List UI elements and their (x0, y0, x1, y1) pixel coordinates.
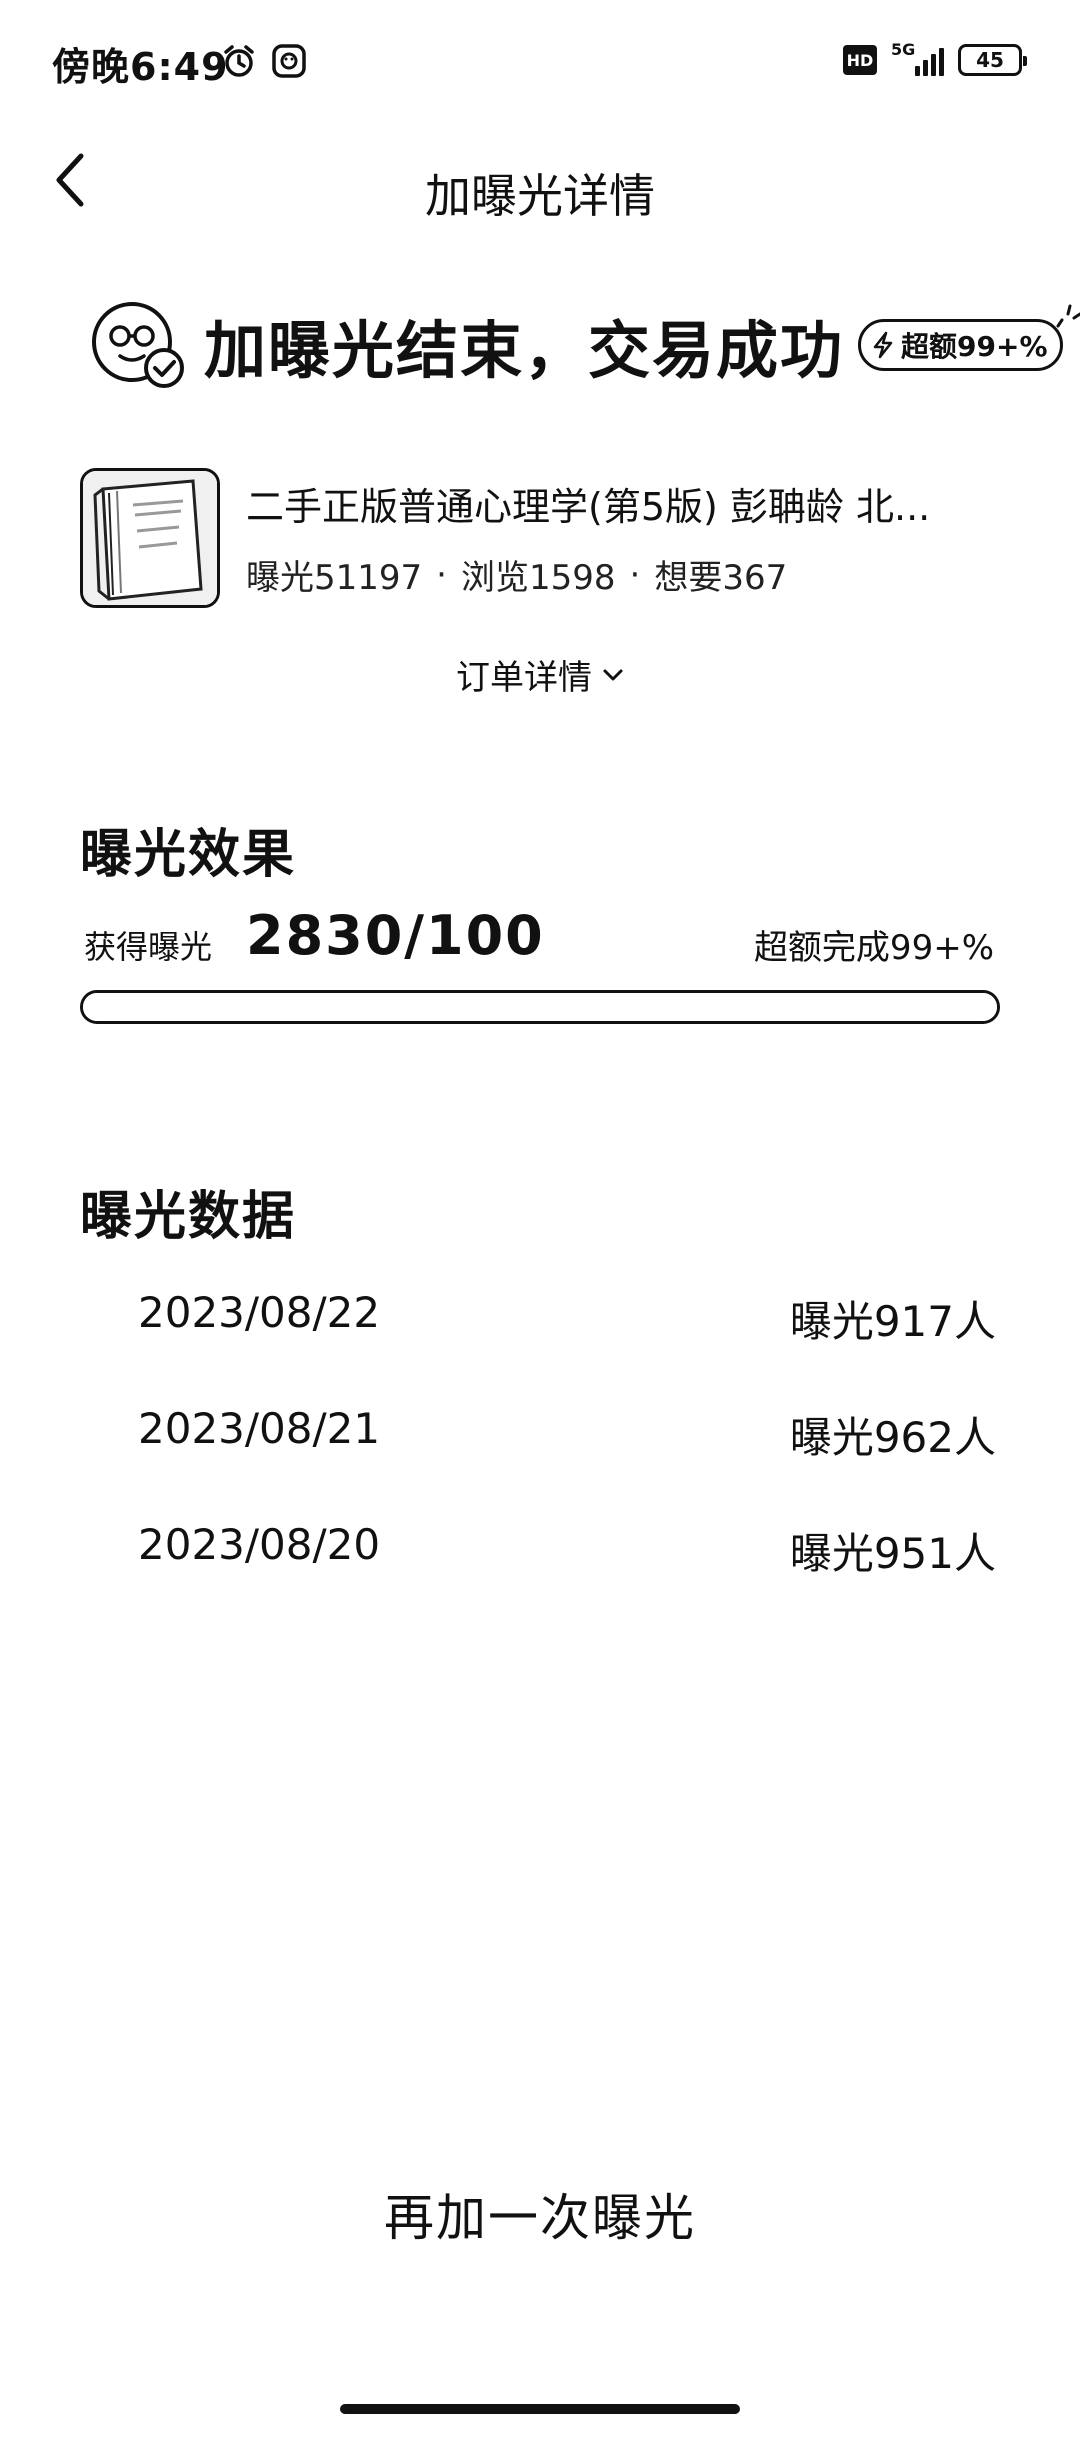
network-type: 5G (891, 40, 916, 59)
data-date: 2023/08/21 (138, 1404, 381, 1453)
data-value: 曝光951人 (789, 1529, 996, 1578)
alarm-icon (224, 45, 254, 77)
book-image (83, 471, 217, 605)
result-title: 加曝光结束，交易成功 (204, 314, 845, 387)
list-item: 2023/08/22 曝光917人 (0, 1270, 1080, 1386)
product-thumbnail (80, 468, 220, 608)
status-time: 傍晚6:49 (52, 45, 229, 89)
nav-header: 加曝光详情 (0, 120, 1080, 260)
list-item: 2023/08/21 曝光962人 (0, 1386, 1080, 1502)
home-indicator[interactable] (340, 2404, 740, 2414)
effect-note: 超额完成99+% (753, 928, 994, 968)
exposure-data-list: 2023/08/22 曝光917人 2023/08/21 曝光962人 2023… (0, 1270, 1080, 1618)
list-item: 2023/08/20 曝光951人 (0, 1502, 1080, 1618)
exposure-progress-bar (80, 990, 1000, 1024)
battery-level: 45 (976, 48, 1004, 72)
exceed-badge-label: 超额99+% (901, 330, 1048, 363)
effect-section-title: 曝光效果 (80, 825, 297, 885)
signal-icon: 5G (891, 40, 944, 76)
effect-label: 获得曝光 (84, 928, 213, 966)
page-title: 加曝光详情 (425, 169, 655, 223)
product-want-count: 想要367 (654, 558, 788, 598)
exceed-badge: 超额99+% (858, 304, 1080, 371)
hd-icon: HD (843, 45, 877, 75)
data-value: 曝光917人 (789, 1297, 996, 1346)
order-detail-toggle[interactable]: 订单详情 (0, 650, 1080, 699)
stat-separator: · (629, 554, 641, 595)
status-icons-left (222, 44, 306, 78)
data-section-title: 曝光数据 (80, 1187, 297, 1247)
product-exposure-count: 曝光51197 (246, 558, 423, 598)
order-detail-label: 订单详情 (456, 658, 592, 698)
product-view-count: 浏览1598 (460, 558, 616, 598)
status-icons-right: HD 5G 45 (843, 40, 1027, 76)
battery-icon: 45 (958, 44, 1027, 76)
boost-again-button[interactable]: 再加一次曝光 (290, 2164, 790, 2264)
effect-value: 2830/100 (246, 904, 545, 967)
data-date: 2023/08/20 (138, 1520, 381, 1569)
sparkle-icon (1056, 304, 1080, 328)
status-bar: 傍晚6:49 HD 5G 45 (0, 0, 1080, 120)
data-value: 曝光962人 (789, 1413, 996, 1462)
app-notification-icon (272, 44, 306, 78)
smile-check-icon (92, 302, 184, 388)
product-card[interactable]: 二手正版普通心理学(第5版) 彭聃龄 北... 曝光51197 · 浏览1598… (80, 468, 1010, 608)
exposure-progress-fill (83, 993, 997, 1021)
chevron-down-icon (603, 669, 623, 680)
result-banner: 加曝光结束，交易成功 超额99+% (84, 290, 1080, 400)
data-date: 2023/08/22 (138, 1288, 381, 1337)
product-stats: 曝光51197 · 浏览1598 · 想要367 (246, 550, 787, 599)
product-title: 二手正版普通心理学(第5版) 彭聃龄 北... (246, 485, 931, 529)
bolt-icon (873, 331, 893, 359)
stat-separator: · (436, 554, 447, 595)
exposure-detail-page: 傍晚6:49 HD 5G 45 加曝光详情 加曝光结束，交易成功 超额99+% … (0, 0, 1080, 2460)
